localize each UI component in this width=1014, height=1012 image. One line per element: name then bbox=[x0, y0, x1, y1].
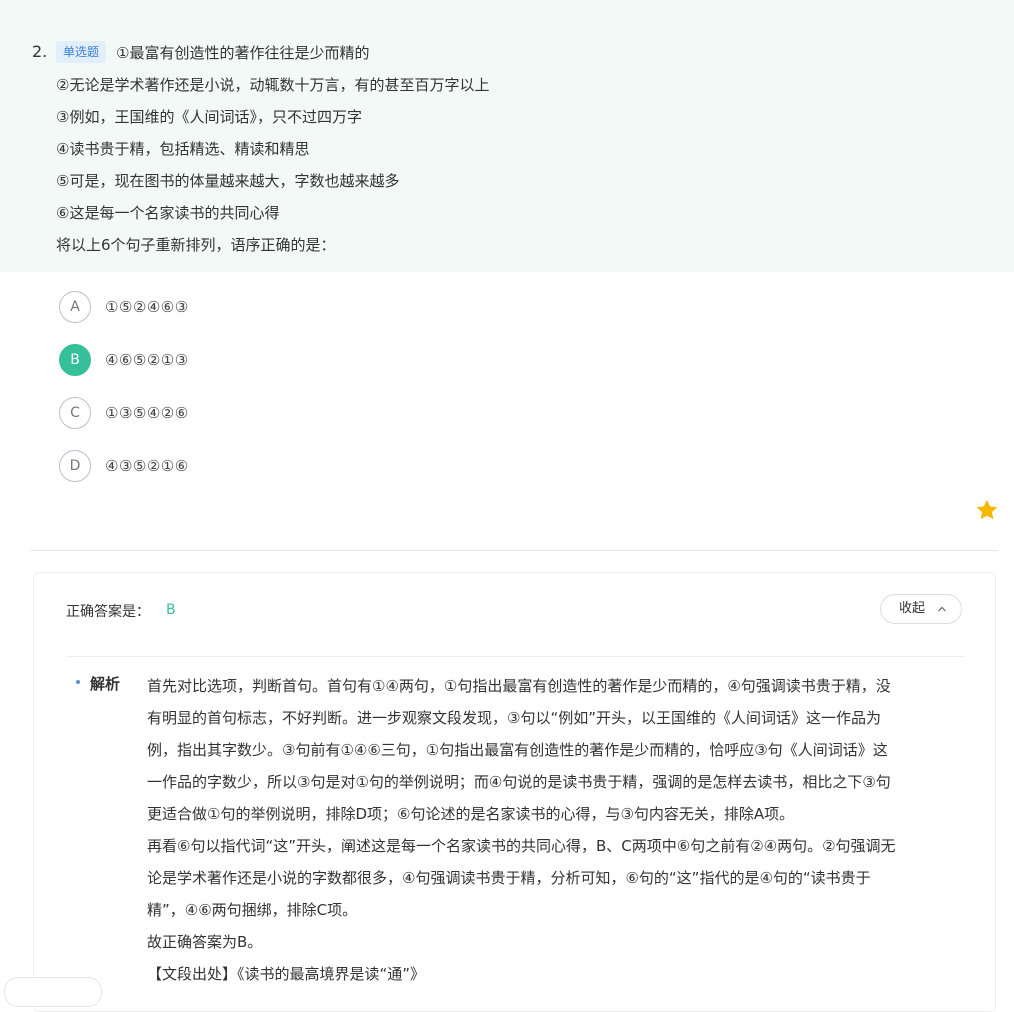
option-b[interactable]: B ④⑥⑤②①③ bbox=[59, 344, 459, 378]
question-line-4: ④读书贵于精，包括精选、精读和精思 bbox=[56, 140, 310, 158]
correct-answer-value: B bbox=[166, 602, 176, 618]
option-c[interactable]: C ①③⑤④②⑥ bbox=[59, 397, 459, 431]
collapse-label: 收起 bbox=[899, 601, 926, 616]
option-a-text: ①⑤②④⑥③ bbox=[105, 298, 189, 316]
analysis-label: 解析 bbox=[90, 675, 121, 693]
option-d-letter: D bbox=[59, 450, 91, 482]
option-d-text: ④③⑤②①⑥ bbox=[105, 457, 189, 475]
option-a[interactable]: A ①⑤②④⑥③ bbox=[59, 291, 459, 325]
analysis-line-10: 【文段出处】《读书的最高境界是读“通”》 bbox=[147, 965, 426, 983]
option-b-text: ④⑥⑤②①③ bbox=[105, 351, 189, 369]
chevron-up-icon bbox=[937, 595, 947, 633]
bullet-icon bbox=[76, 680, 80, 684]
question-line-5: ⑤可是，现在图书的体量越来越大，字数也越来越多 bbox=[56, 172, 400, 190]
option-a-letter: A bbox=[59, 291, 91, 323]
question-type-badge: 单选题 bbox=[56, 41, 107, 63]
section-divider bbox=[30, 550, 998, 551]
question-line-1: ①最富有创造性的著作往往是少而精的 bbox=[116, 44, 370, 62]
floating-tab[interactable] bbox=[4, 977, 102, 1007]
option-c-text: ①③⑤④②⑥ bbox=[105, 404, 189, 422]
answer-card: 正确答案是： B 收起 解析 首先对比选项，判断首句。首句有①④两句，①句指出最… bbox=[33, 572, 996, 1012]
option-d[interactable]: D ④③⑤②①⑥ bbox=[59, 450, 459, 484]
question-number: 2. bbox=[32, 42, 48, 61]
analysis-line-1: 首先对比选项，判断首句。首句有①④两句，①句指出最富有创造性的著作是少而精的，④… bbox=[147, 677, 891, 695]
option-c-letter: C bbox=[59, 397, 91, 429]
option-b-letter: B bbox=[59, 344, 91, 376]
analysis-line-2: 有明显的首句标志，不好判断。进一步观察文段发现，③句以“例如”开头，以王国维的《… bbox=[147, 709, 881, 727]
correct-answer-label: 正确答案是： bbox=[66, 604, 150, 620]
star-icon[interactable] bbox=[975, 498, 999, 522]
question-line-6: ⑥这是每一个名家读书的共同心得 bbox=[56, 204, 280, 222]
analysis-line-7: 论是学术著作还是小说的字数都很多，④句强调读书贵于精，分析可知，⑥句的“这”指代… bbox=[147, 869, 871, 887]
analysis-line-5: 更适合做①句的举例说明，排除D项；⑥句论述的是名家读书的心得，与③句内容无关，排… bbox=[147, 805, 795, 823]
question-line-3: ③例如，王国维的《人间词话》，只不过四万字 bbox=[56, 108, 362, 126]
analysis-line-9: 故正确答案为B。 bbox=[147, 933, 263, 951]
analysis-line-4: 一作品的字数少，所以③句是对①句的举例说明；而④句说的是读书贵于精，强调的是怎样… bbox=[147, 773, 891, 791]
analysis-line-6: 再看⑥句以指代词“这”开头，阐述这是每一个名家读书的共同心得，B、C两项中⑥句之… bbox=[147, 837, 896, 855]
card-divider bbox=[66, 656, 964, 657]
analysis-line-3: 例，指出其字数少。③句前有①④⑥三句，①句指出最富有创造性的著作是少而精的，恰呼… bbox=[147, 741, 888, 759]
collapse-button[interactable]: 收起 bbox=[880, 594, 962, 624]
question-block: 2. 单选题 ①最富有创造性的著作往往是少而精的 ②无论是学术著作还是小说，动辄… bbox=[0, 0, 1014, 272]
question-prompt: 将以上6个句子重新排列，语序正确的是： bbox=[56, 236, 336, 254]
question-line-2: ②无论是学术著作还是小说，动辄数十万言，有的甚至百万字以上 bbox=[56, 76, 490, 94]
analysis-line-8: 精”，④⑥两句捆绑，排除C项。 bbox=[147, 901, 358, 919]
